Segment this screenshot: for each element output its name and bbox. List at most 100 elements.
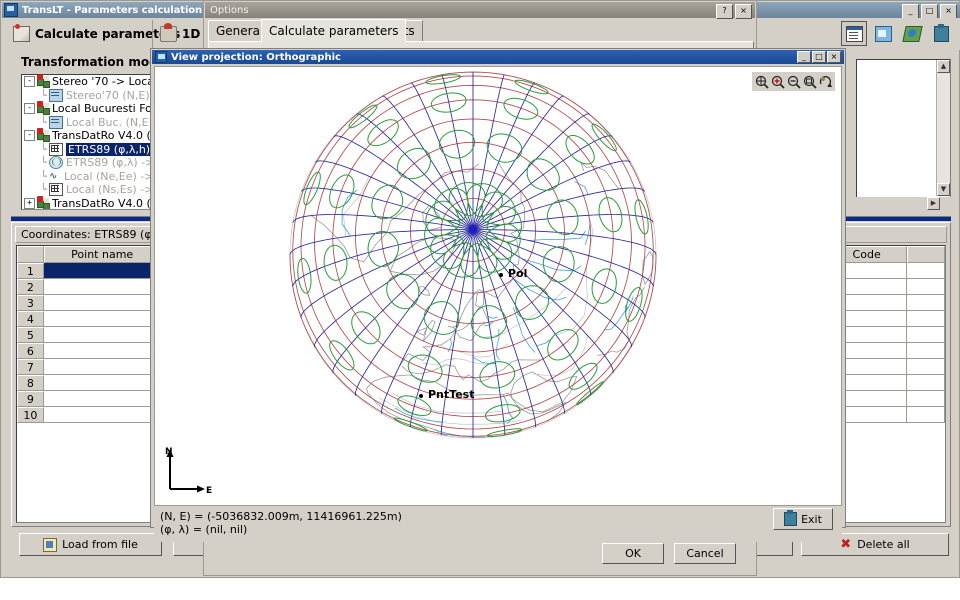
cell-point-name[interactable] [43, 407, 158, 423]
view-projection-window: View projection: Orthographic _ □ × N E … [150, 48, 846, 542]
tab-calculate-parameters-options[interactable]: Calculate parameters [261, 19, 407, 42]
minimize-icon[interactable]: _ [902, 4, 919, 19]
tree-branch-line: └ [40, 169, 47, 183]
side-list-panel[interactable]: ▲ ▼ [856, 59, 951, 209]
status-ne: (N, E) = (-5036832.009m, 11416961.225m) [160, 510, 402, 523]
calculate-parameters-icon [13, 24, 30, 42]
cell-point-name[interactable] [43, 343, 158, 359]
tree-expander[interactable]: - [24, 130, 35, 142]
cell-tail[interactable] [907, 407, 945, 423]
main-tool-buttons [841, 21, 954, 46]
close-icon[interactable]: × [827, 51, 841, 63]
side-panel-horizontal-scrollbar[interactable]: ▶ [856, 197, 951, 211]
row-number: 10 [17, 407, 44, 423]
map-point-marker[interactable] [419, 394, 423, 398]
scroll-up-icon[interactable]: ▲ [937, 60, 950, 73]
view-projection-status-bar: (N, E) = (-5036832.009m, 11416961.225m) … [154, 508, 842, 542]
load-from-file-button[interactable]: Load from file [19, 533, 162, 556]
model-icon [37, 101, 50, 116]
projection-canvas[interactable]: N E Pol PntTest [154, 66, 842, 506]
row-number: 6 [17, 343, 44, 359]
options-window-controls: ? × [716, 4, 752, 19]
tree-branch-line: └ [40, 115, 47, 129]
row-number: 8 [17, 375, 44, 391]
cell-tail[interactable] [907, 327, 945, 343]
map-layers-icon [901, 25, 923, 42]
report-button[interactable] [870, 21, 896, 46]
zoom-fit-icon[interactable] [754, 74, 769, 89]
map-layers-button[interactable] [899, 21, 925, 46]
row-number: 9 [17, 391, 44, 407]
load-from-file-label: Load from file [62, 538, 138, 551]
1d-transformation-icon [160, 23, 177, 42]
cell-point-name[interactable] [43, 263, 158, 279]
cell-point-name[interactable] [43, 311, 158, 327]
tree-expander[interactable]: - [24, 76, 35, 88]
tree-item-label: Local Buc. (N,E) - [66, 115, 161, 129]
zoom-extent-icon[interactable] [802, 74, 817, 89]
tree-branch-line: └ [40, 156, 47, 170]
maximize-icon[interactable]: □ [812, 51, 826, 63]
cancel-button-label: Cancel [686, 547, 724, 560]
ok-button[interactable]: OK [602, 543, 664, 564]
cell-tail[interactable] [907, 391, 945, 407]
model-icon [37, 128, 50, 143]
zoom-out-icon[interactable] [786, 74, 801, 89]
options-tab-strip: General Calculate parameters Units [208, 19, 754, 42]
cell-tail[interactable] [907, 279, 945, 295]
grid-icon [49, 142, 63, 156]
cell-tail[interactable] [907, 359, 945, 375]
svg-text:N: N [165, 447, 173, 457]
folder-icon [43, 537, 58, 552]
side-panel-vertical-scrollbar[interactable]: ▲ ▼ [936, 60, 950, 196]
model-icon [37, 195, 50, 209]
table-icon [49, 115, 63, 129]
exit-button[interactable] [928, 21, 954, 46]
help-icon[interactable]: ? [716, 4, 733, 19]
scroll-right-icon[interactable]: ▶ [927, 197, 940, 210]
minimize-icon[interactable]: _ [797, 51, 811, 63]
grid-corner [17, 246, 44, 263]
cell-point-name[interactable] [43, 279, 158, 295]
tab-general-label: General [216, 24, 264, 38]
pan-rotate-icon[interactable] [818, 74, 833, 89]
view-projection-title-bar[interactable]: View projection: Orthographic _ □ × [152, 50, 844, 64]
svg-text:E: E [206, 486, 212, 495]
column-header-tail [906, 246, 945, 263]
tree-expander[interactable]: + [24, 197, 35, 209]
zoom-toolbar [752, 72, 835, 91]
cell-tail[interactable] [907, 263, 945, 279]
cell-point-name[interactable] [43, 391, 158, 407]
cell-point-name[interactable] [43, 327, 158, 343]
maximize-icon[interactable]: □ [921, 4, 938, 19]
options-title-bar[interactable]: Options ? × [205, 2, 755, 19]
window-icon [155, 51, 167, 63]
app-icon [4, 3, 18, 17]
cell-point-name[interactable] [43, 295, 158, 311]
zoom-in-icon[interactable] [770, 74, 785, 89]
tab-calculate-parameters-options-label: Calculate parameters [269, 24, 399, 38]
map-point-marker[interactable] [499, 273, 503, 277]
cell-tail[interactable] [907, 311, 945, 327]
tree-item-label: Local (Ne,Ee) -> L [64, 169, 164, 183]
column-header-point-name[interactable]: Point name [43, 246, 158, 263]
cancel-button[interactable]: Cancel [674, 543, 736, 564]
properties-button[interactable] [841, 21, 867, 46]
table-icon [49, 88, 63, 102]
close-icon[interactable]: × [735, 4, 752, 19]
globe-icon [49, 156, 63, 170]
scroll-down-icon[interactable]: ▼ [937, 183, 950, 196]
grid-icon [49, 183, 63, 197]
main-window-controls: _ □ × [902, 4, 957, 19]
tree-expander[interactable]: - [24, 103, 35, 115]
cell-tail[interactable] [907, 343, 945, 359]
tree-item-label: TransDatRo V4.0 (N,I [52, 196, 166, 210]
cell-tail[interactable] [907, 295, 945, 311]
cell-point-name[interactable] [43, 359, 158, 375]
exit-view-button[interactable]: Exit [773, 508, 833, 530]
tree-item-label: ETRS89 (φ,λ,h) - [66, 142, 160, 156]
close-icon[interactable]: × [940, 4, 957, 19]
cell-point-name[interactable] [43, 375, 158, 391]
row-number: 7 [17, 359, 44, 375]
cell-tail[interactable] [907, 375, 945, 391]
